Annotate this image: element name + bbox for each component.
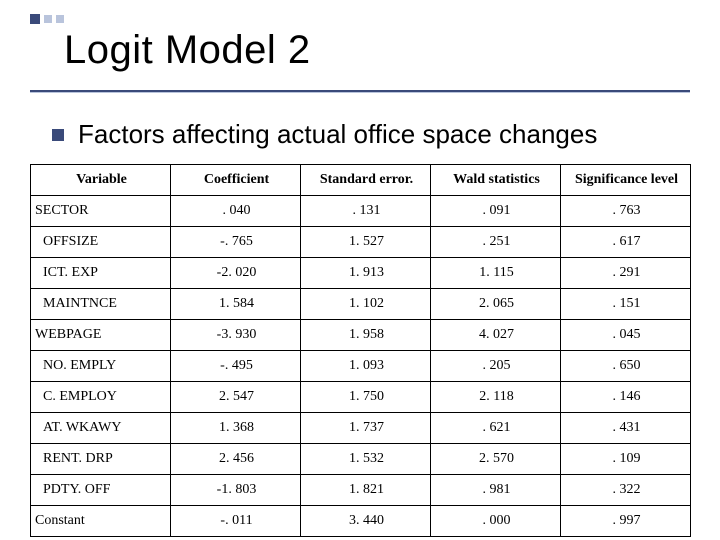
- cell-variable: OFFSIZE: [31, 227, 171, 258]
- cell-wald: . 981: [431, 475, 561, 506]
- cell-stderr: 3. 440: [301, 506, 431, 537]
- cell-variable: MAINTNCE: [31, 289, 171, 320]
- cell-stderr: 1. 532: [301, 444, 431, 475]
- cell-sig: . 763: [561, 196, 691, 227]
- cell-coefficient: -1. 803: [171, 475, 301, 506]
- cell-stderr: 1. 913: [301, 258, 431, 289]
- cell-coefficient: -. 765: [171, 227, 301, 258]
- cell-stderr: 1. 527: [301, 227, 431, 258]
- cell-stderr: 1. 102: [301, 289, 431, 320]
- cell-sig: . 045: [561, 320, 691, 351]
- col-header-wald: Wald statistics: [431, 165, 561, 196]
- cell-coefficient: 2. 456: [171, 444, 301, 475]
- cell-sig: . 431: [561, 413, 691, 444]
- table-row: SECTOR. 040. 131. 091. 763: [31, 196, 691, 227]
- table-row: ICT. EXP-2. 0201. 9131. 115. 291: [31, 258, 691, 289]
- cell-variable: PDTY. OFF: [31, 475, 171, 506]
- cell-sig: . 650: [561, 351, 691, 382]
- cell-variable: NO. EMPLY: [31, 351, 171, 382]
- results-table: Variable Coefficient Standard error. Wal…: [30, 164, 691, 537]
- table-row: RENT. DRP2. 4561. 5322. 570. 109: [31, 444, 691, 475]
- table-row: Constant-. 0113. 440. 000. 997: [31, 506, 691, 537]
- cell-sig: . 109: [561, 444, 691, 475]
- table-header-row: Variable Coefficient Standard error. Wal…: [31, 165, 691, 196]
- cell-wald: 4. 027: [431, 320, 561, 351]
- col-header-variable: Variable: [31, 165, 171, 196]
- cell-stderr: 1. 737: [301, 413, 431, 444]
- cell-wald: 2. 570: [431, 444, 561, 475]
- cell-coefficient: 2. 547: [171, 382, 301, 413]
- col-header-significance: Significance level: [561, 165, 691, 196]
- cell-stderr: 1. 958: [301, 320, 431, 351]
- cell-coefficient: 1. 584: [171, 289, 301, 320]
- cell-wald: 2. 065: [431, 289, 561, 320]
- header-decoration: [30, 14, 64, 24]
- table-row: PDTY. OFF-1. 8031. 821. 981. 322: [31, 475, 691, 506]
- cell-wald: 1. 115: [431, 258, 561, 289]
- slide-subtitle: Factors affecting actual office space ch…: [78, 119, 597, 150]
- cell-wald: . 000: [431, 506, 561, 537]
- cell-sig: . 997: [561, 506, 691, 537]
- cell-variable: C. EMPLOY: [31, 382, 171, 413]
- square-icon: [30, 14, 40, 24]
- cell-sig: . 617: [561, 227, 691, 258]
- cell-sig: . 151: [561, 289, 691, 320]
- cell-coefficient: -. 495: [171, 351, 301, 382]
- cell-variable: AT. WKAWY: [31, 413, 171, 444]
- subtitle-row: Factors affecting actual office space ch…: [52, 119, 690, 150]
- table-row: C. EMPLOY2. 5471. 7502. 118. 146: [31, 382, 691, 413]
- table-row: MAINTNCE1. 5841. 1022. 065. 151: [31, 289, 691, 320]
- cell-variable: ICT. EXP: [31, 258, 171, 289]
- col-header-coefficient: Coefficient: [171, 165, 301, 196]
- square-icon: [44, 15, 52, 23]
- cell-sig: . 322: [561, 475, 691, 506]
- table-row: OFFSIZE-. 7651. 527. 251. 617: [31, 227, 691, 258]
- cell-stderr: 1. 750: [301, 382, 431, 413]
- cell-stderr: 1. 093: [301, 351, 431, 382]
- cell-wald: . 251: [431, 227, 561, 258]
- cell-variable: WEBPAGE: [31, 320, 171, 351]
- cell-wald: . 621: [431, 413, 561, 444]
- cell-coefficient: -3. 930: [171, 320, 301, 351]
- cell-variable: SECTOR: [31, 196, 171, 227]
- cell-coefficient: -2. 020: [171, 258, 301, 289]
- cell-stderr: . 131: [301, 196, 431, 227]
- cell-variable: Constant: [31, 506, 171, 537]
- cell-coefficient: . 040: [171, 196, 301, 227]
- table-row: AT. WKAWY1. 3681. 737. 621. 431: [31, 413, 691, 444]
- square-icon: [56, 15, 64, 23]
- cell-sig: . 146: [561, 382, 691, 413]
- cell-variable: RENT. DRP: [31, 444, 171, 475]
- cell-coefficient: 1. 368: [171, 413, 301, 444]
- col-header-stderr: Standard error.: [301, 165, 431, 196]
- cell-sig: . 291: [561, 258, 691, 289]
- table-body: SECTOR. 040. 131. 091. 763OFFSIZE-. 7651…: [31, 196, 691, 537]
- cell-stderr: 1. 821: [301, 475, 431, 506]
- table-row: WEBPAGE-3. 9301. 9584. 027. 045: [31, 320, 691, 351]
- cell-wald: . 205: [431, 351, 561, 382]
- table-row: NO. EMPLY-. 4951. 093. 205. 650: [31, 351, 691, 382]
- cell-wald: . 091: [431, 196, 561, 227]
- cell-coefficient: -. 011: [171, 506, 301, 537]
- bullet-icon: [52, 129, 64, 141]
- cell-wald: 2. 118: [431, 382, 561, 413]
- title-underline: [30, 90, 690, 93]
- slide-title: Logit Model 2: [64, 28, 690, 73]
